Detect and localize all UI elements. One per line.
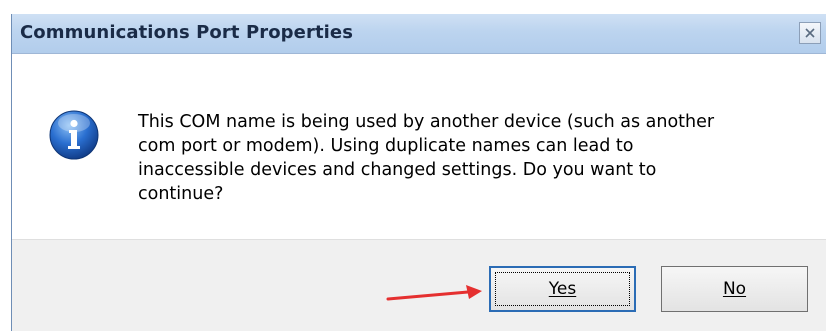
close-button[interactable]	[799, 22, 821, 44]
info-icon	[49, 110, 99, 160]
yes-button[interactable]: Yes	[489, 266, 636, 312]
red-arrow-icon	[386, 285, 482, 301]
close-icon	[805, 28, 815, 38]
message-text: This COM name is being used by another d…	[138, 110, 778, 206]
dialog-window: Communications Port Properties This COM …	[11, 14, 826, 331]
no-label-text: No	[722, 279, 747, 299]
yes-button-label: Yes	[549, 279, 576, 299]
button-bar: Yes No	[12, 239, 826, 331]
title-bar[interactable]: Communications Port Properties	[12, 14, 826, 54]
no-button-label: No	[723, 279, 746, 299]
message-line: com port or modem). Using duplicate name…	[138, 136, 634, 156]
window-title: Communications Port Properties	[20, 22, 354, 43]
message-line: continue?	[138, 184, 224, 204]
message-line: This COM name is being used by another d…	[138, 112, 715, 132]
dialog-content: This COM name is being used by another d…	[12, 54, 826, 239]
no-button[interactable]: No	[661, 266, 808, 312]
yes-label-text: Yes	[548, 279, 577, 299]
message-line: inaccessible devices and changed setting…	[138, 160, 657, 180]
background-strip	[0, 0, 826, 14]
